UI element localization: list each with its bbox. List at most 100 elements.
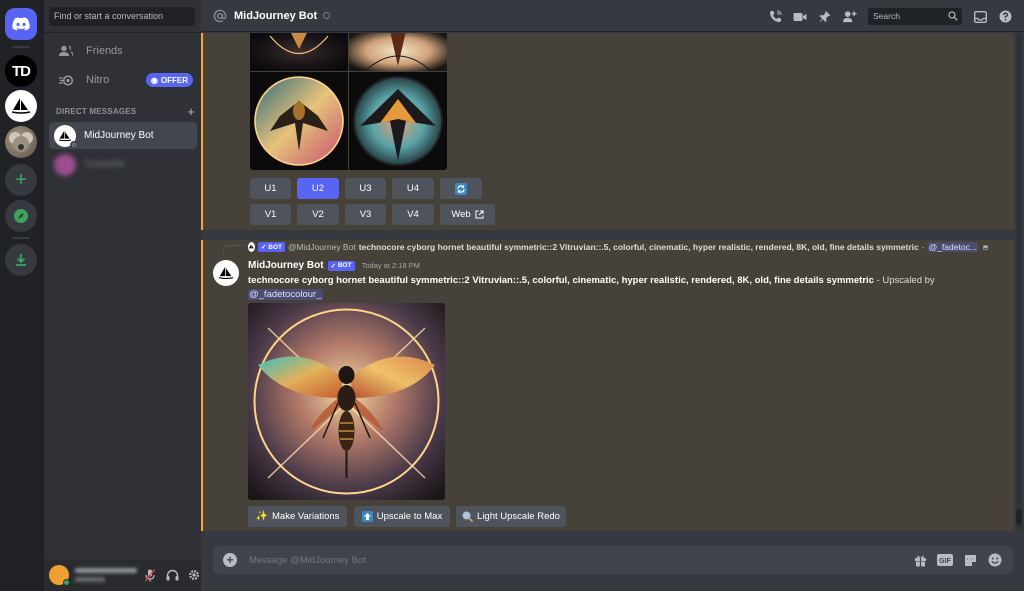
server-midjourney[interactable] [5, 90, 37, 122]
friends-label: Friends [86, 45, 123, 57]
composer-tools: GIF [912, 552, 1003, 568]
sailboat-icon [11, 98, 31, 114]
username-blurred [75, 568, 137, 582]
help-icon[interactable] [998, 10, 1012, 24]
main-chat: MidJourney Bot Search U1 U2 U3 U4 V1 V2 … [201, 0, 1024, 591]
u4-label: U4 [406, 183, 420, 194]
user-mention[interactable]: @_fadetocolour_ [248, 289, 323, 300]
sticker-icon[interactable] [962, 552, 978, 568]
koala-avatar-icon [9, 132, 33, 152]
video-call-icon[interactable] [793, 10, 807, 24]
rail-divider [12, 237, 30, 239]
svg-text:GIF: GIF [939, 558, 951, 565]
search-icon [948, 11, 958, 21]
inbox-icon[interactable] [973, 10, 987, 24]
message-list: U1 U2 U3 U4 V1 V2 V3 V4 Web ✓ BOT @MidJo… [201, 33, 1014, 531]
reply-mention: @_fadetoc... [927, 242, 978, 252]
upscaled-image[interactable] [248, 303, 445, 500]
reply-preview[interactable]: ✓ BOT @MidJourney Bot technocore cyborg … [248, 242, 988, 252]
bot-tag: ✓ BOT [327, 260, 355, 271]
avatar [54, 153, 76, 176]
voice-call-icon[interactable] [768, 10, 782, 24]
sailboat-icon [58, 130, 72, 141]
offer-badge-label: OFFER [160, 75, 188, 85]
grid-message: U1 U2 U3 U4 V1 V2 V3 V4 Web [201, 33, 1014, 230]
headphones-icon[interactable] [165, 568, 179, 582]
u3-label: U3 [359, 183, 372, 194]
offline-status-icon [70, 140, 78, 149]
nitro-label: Nitro [86, 74, 110, 86]
reply-author: @MidJourney Bot [288, 242, 356, 252]
add-friend-icon[interactable] [843, 10, 857, 24]
u1-button[interactable]: U1 [250, 178, 291, 199]
message-input[interactable]: Message @MidJourney Bot [249, 555, 366, 566]
arrow-up-icon [361, 511, 373, 522]
v1-button[interactable]: V1 [250, 204, 291, 225]
image-grid[interactable] [250, 33, 447, 170]
nitro-icon [58, 72, 74, 88]
make-variations-button[interactable]: ✨ Make Variations [248, 506, 347, 527]
reroll-button[interactable] [440, 178, 482, 199]
light-upscale-redo-label: Light Upscale Redo [477, 511, 560, 522]
web-link-button[interactable]: Web [440, 204, 495, 225]
create-dm-plus-icon[interactable]: + [187, 104, 195, 119]
dm-item-midjourney-bot[interactable]: MidJourney Bot [49, 122, 197, 149]
u3-button[interactable]: U3 [345, 178, 386, 199]
hornet-artwork-image [248, 303, 445, 500]
user-avatar[interactable] [49, 565, 70, 586]
pin-icon[interactable] [818, 10, 832, 24]
sparkle-icon: ✨ [255, 511, 269, 522]
attach-plus-icon[interactable]: + [223, 553, 237, 567]
offer-badge[interactable]: ◉ OFFER [145, 73, 193, 87]
v2-button[interactable]: V2 [297, 204, 339, 225]
message-header: MidJourney Bot ✓ BOT Today at 2:18 PM [248, 260, 420, 271]
channel-title: MidJourney Bot [234, 9, 318, 22]
author-name[interactable]: MidJourney Bot [248, 260, 324, 271]
scroll-thumb[interactable] [1016, 509, 1022, 525]
dm-search-input[interactable]: Find or start a conversation [49, 7, 195, 26]
scrollbar[interactable] [1016, 33, 1022, 531]
bot-tag: ✓ BOT [258, 242, 285, 252]
emoji-icon[interactable] [987, 552, 1003, 568]
dm-section-title: DIRECT MESSAGES [56, 107, 137, 116]
avatar[interactable] [213, 260, 239, 286]
explore-servers-button[interactable] [5, 200, 37, 232]
discord-app: TD + Find or start a conversation Friend… [0, 0, 1024, 591]
upscale-to-max-button[interactable]: Upscale to Max [354, 506, 450, 527]
reply-text: technocore cyborg hornet beautiful symme… [358, 242, 919, 252]
header-search-input[interactable]: Search [868, 8, 962, 25]
server-rail: TD + [0, 0, 44, 591]
magnifier-icon [462, 511, 474, 522]
friends-nav[interactable]: Friends [49, 38, 197, 64]
mute-icon[interactable] [143, 568, 157, 582]
at-sign-icon [213, 9, 227, 22]
make-variations-label: Make Variations [272, 511, 340, 522]
reply-dash: - [921, 242, 925, 252]
server-photo[interactable] [5, 126, 37, 158]
settings-gear-icon[interactable] [187, 568, 201, 582]
sailboat-icon [218, 266, 234, 280]
v3-button[interactable]: V3 [345, 204, 386, 225]
gif-icon[interactable]: GIF [937, 552, 953, 568]
web-label: Web [451, 209, 471, 220]
server-td[interactable]: TD [5, 55, 37, 87]
message-content: technocore cyborg hornet beautiful symme… [248, 274, 988, 302]
compass-icon [14, 209, 28, 223]
header-toolbar: Search [768, 8, 1012, 25]
light-upscale-redo-button[interactable]: Light Upscale Redo [456, 506, 566, 527]
v2-label: V2 [312, 209, 324, 220]
u4-button[interactable]: U4 [392, 178, 434, 199]
u2-button[interactable]: U2 [297, 178, 339, 199]
bot-tag-label: BOT [337, 262, 352, 269]
home-button[interactable] [5, 8, 37, 40]
generated-grid-image [250, 33, 447, 170]
refresh-icon [455, 182, 467, 195]
download-apps-button[interactable] [5, 244, 37, 276]
gift-icon[interactable] [912, 552, 928, 568]
upscaled-by-text: - Upscaled by [873, 275, 935, 286]
dm-sidebar: Find or start a conversation Friends Nit… [44, 0, 201, 591]
add-server-button[interactable]: + [5, 164, 37, 196]
v4-button[interactable]: V4 [392, 204, 434, 225]
dm-item-blurred[interactable]: TexasWit [49, 151, 197, 178]
nitro-nav[interactable]: Nitro ◉ OFFER [49, 67, 197, 93]
